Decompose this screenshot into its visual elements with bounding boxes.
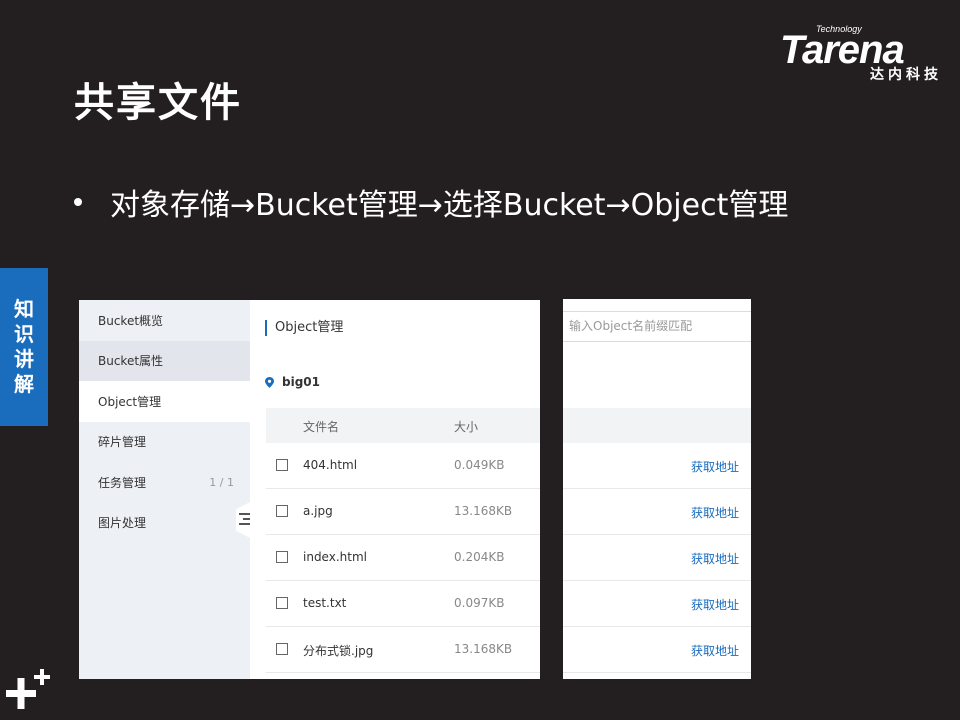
bucket-sidebar: Bucket概览 Bucket属性 Object管理 碎片管理 任务管理 1 /… — [79, 300, 250, 679]
table-row: 获取地址 — [563, 489, 751, 535]
bucket-label: big01 — [265, 375, 320, 389]
sidebar-item-image-processing[interactable]: 图片处理 — [79, 503, 250, 544]
table-header: 文件名 大小 — [266, 408, 540, 443]
collapse-menu-icon — [239, 513, 250, 525]
file-name: index.html — [303, 550, 367, 564]
file-size: 0.097KB — [454, 596, 505, 610]
bucket-name: big01 — [282, 375, 320, 389]
logo-chinese: 达内科技 — [870, 67, 942, 83]
file-name: 404.html — [303, 458, 358, 472]
knowledge-tab: 知 识 讲 解 — [0, 268, 48, 426]
slide-title: 共享文件 — [74, 80, 242, 126]
action-panel: 输入Object名前缀匹配 获取地址 获取地址 获取地址 获取地址 获取地址 — [563, 299, 751, 679]
row-checkbox[interactable] — [276, 551, 288, 563]
object-list-area: Object管理 big01 文件名 大小 404.html 0.049KB a… — [250, 300, 540, 679]
file-size: 0.049KB — [454, 458, 505, 472]
page-title: Object管理 — [265, 320, 343, 336]
table-row[interactable]: a.jpg 13.168KB — [266, 489, 540, 535]
task-count-badge: 1 / 1 — [209, 475, 234, 489]
file-name: test.txt — [303, 596, 347, 610]
table-row[interactable]: 404.html 0.049KB — [266, 443, 540, 489]
column-header-name[interactable]: 文件名 — [303, 418, 339, 435]
table-row: 获取地址 — [563, 627, 751, 673]
sidebar-item-bucket-overview[interactable]: Bucket概览 — [79, 300, 250, 341]
sidebar-item-object-management[interactable]: Object管理 — [79, 381, 250, 422]
location-pin-icon — [265, 376, 274, 388]
bullet-point: 对象存储→Bucket管理→选择Bucket→Object管理 — [74, 180, 788, 224]
file-size: 13.168KB — [454, 504, 513, 518]
row-checkbox[interactable] — [276, 505, 288, 517]
get-address-link[interactable]: 获取地址 — [691, 550, 739, 567]
row-checkbox[interactable] — [276, 459, 288, 471]
bullet-text: 对象存储→Bucket管理→选择Bucket→Object管理 — [110, 188, 789, 223]
file-name: a.jpg — [303, 504, 333, 518]
object-prefix-search-input[interactable]: 输入Object名前缀匹配 — [563, 311, 751, 342]
sidebar-item-label: Bucket概览 — [98, 313, 164, 328]
table-row: 获取地址 — [563, 443, 751, 489]
sidebar-item-label: 图片处理 — [98, 516, 147, 531]
table-row: 获取地址 — [563, 581, 751, 627]
table-row[interactable]: index.html 0.204KB — [266, 535, 540, 581]
get-address-link[interactable]: 获取地址 — [691, 596, 739, 613]
file-size: 0.204KB — [454, 550, 505, 564]
side-tab-char: 识 — [14, 322, 34, 346]
side-tab-char: 讲 — [14, 347, 34, 371]
get-address-link[interactable]: 获取地址 — [691, 642, 739, 659]
column-header-size[interactable]: 大小 — [454, 418, 478, 435]
row-checkbox[interactable] — [276, 597, 288, 609]
console-panel: Bucket概览 Bucket属性 Object管理 碎片管理 任务管理 1 /… — [79, 300, 540, 679]
sidebar-item-label: Object管理 — [98, 394, 162, 409]
get-address-link[interactable]: 获取地址 — [691, 504, 739, 521]
sidebar-item-fragment-management[interactable]: 碎片管理 — [79, 422, 250, 463]
table-header — [563, 408, 751, 443]
side-tab-char: 知 — [14, 297, 34, 321]
table-row: 获取地址 — [563, 535, 751, 581]
file-name: 分布式锁.jpg — [303, 644, 374, 658]
plus-icon — [4, 668, 52, 720]
file-size: 13.168KB — [454, 642, 513, 656]
sidebar-item-label: 任务管理 — [98, 475, 147, 490]
sidebar-item-task-management[interactable]: 任务管理 1 / 1 — [79, 462, 250, 503]
sidebar-item-label: 碎片管理 — [98, 435, 147, 450]
table-row[interactable]: test.txt 0.097KB — [266, 581, 540, 627]
sidebar-item-label: Bucket属性 — [98, 354, 164, 369]
sidebar-item-bucket-properties[interactable]: Bucket属性 — [79, 340, 250, 381]
get-address-link[interactable]: 获取地址 — [691, 458, 739, 475]
table-row[interactable]: 分布式锁.jpg 13.168KB — [266, 627, 540, 673]
side-tab-char: 解 — [14, 372, 34, 396]
bullet-dot — [74, 198, 82, 206]
tarena-logo: Technology Tarena 达内科技 — [780, 22, 948, 84]
row-checkbox[interactable] — [276, 643, 288, 655]
